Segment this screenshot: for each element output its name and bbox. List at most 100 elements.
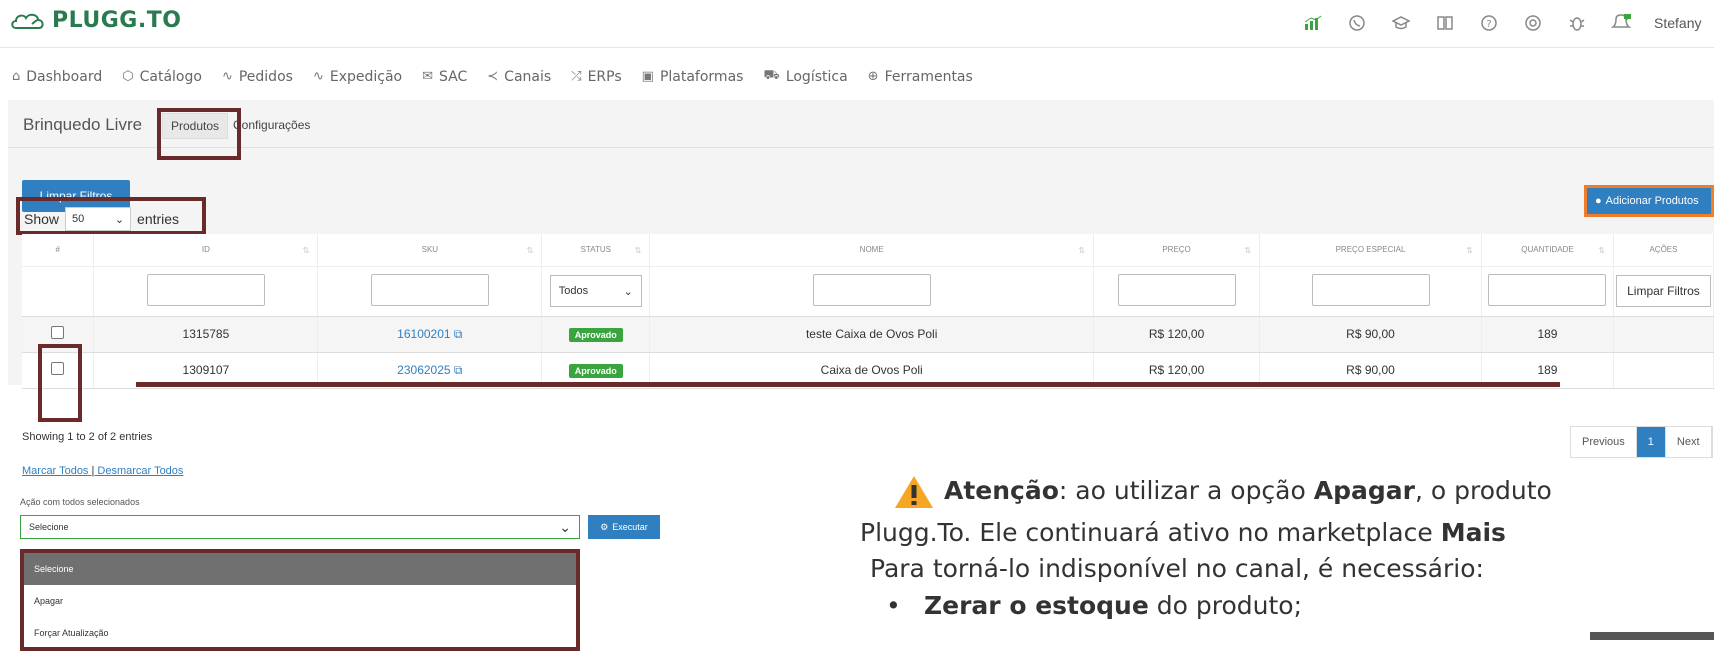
pulse-icon: ∿: [312, 69, 324, 84]
tab-settings[interactable]: Configurações: [233, 118, 310, 132]
dropdown-option[interactable]: Forçar Atualização: [24, 617, 576, 649]
dropdown-option[interactable]: Selecione: [24, 553, 576, 585]
bulk-action-dropdown: Selecione Apagar Forçar Atualização: [20, 549, 580, 651]
table-header-row: # ID ⇅ SKU ⇅ STATUS ⇅ NOME ⇅ PREÇO ⇅ PREÇO ES…: [22, 234, 1714, 266]
clear-filters-table-button[interactable]: Limpar Filtros: [1616, 275, 1711, 307]
mail-icon: ✉: [422, 69, 433, 84]
filter-cell: Todos ⌄: [541, 265, 651, 317]
price-filter-input[interactable]: [1117, 273, 1236, 306]
nav-label: Expedição: [329, 68, 403, 85]
home-icon: ⌂: [12, 69, 21, 84]
help-icon[interactable]: ?: [1478, 12, 1500, 34]
nav-sac[interactable]: ✉ SAC: [422, 68, 467, 85]
nav-canais[interactable]: ≺ Canais: [487, 68, 551, 85]
entries-select[interactable]: 50 ⌄: [65, 207, 132, 231]
show-suffix: entries: [137, 211, 180, 227]
external-link-icon[interactable]: ⧉: [454, 327, 463, 341]
dropdown-option[interactable]: Apagar: [24, 585, 576, 617]
nav-logistica[interactable]: ⛟ Logística: [763, 68, 847, 85]
execute-button[interactable]: ⚙ Executar: [588, 515, 660, 539]
note-text: Para torná-lo indisponível no canal, é n…: [870, 554, 1484, 583]
bulk-action-select[interactable]: Selecione ⌄: [20, 515, 580, 539]
id-filter-input[interactable]: [146, 273, 265, 306]
nav-plataformas[interactable]: ▣ Plataformas: [642, 68, 744, 85]
sort-icon: ⇅: [302, 246, 310, 255]
bug-icon[interactable]: [1566, 12, 1588, 34]
filter-cell: [317, 265, 543, 317]
sort-icon: ⇅: [1078, 246, 1086, 255]
nav-erps[interactable]: ⤮ ERPs: [571, 68, 621, 85]
notification-icon[interactable]: [1610, 12, 1632, 34]
pager-previous[interactable]: Previous: [1571, 427, 1637, 457]
bulk-action-label: Ação com todos selecionados: [20, 497, 140, 507]
quantity-filter-input[interactable]: [1488, 273, 1607, 306]
store-name: Brinquedo Livre: [23, 115, 143, 134]
cloud-logo-icon: [11, 13, 44, 29]
tab-products[interactable]: Produtos: [162, 113, 229, 139]
nav-dashboard[interactable]: ⌂ Dashboard: [12, 68, 102, 85]
warning-note: Atenção: ao utilizar a opção Apagar, o p…: [860, 470, 1714, 628]
pager-next[interactable]: Next: [1665, 427, 1712, 457]
sku-link[interactable]: 16100201: [397, 327, 450, 341]
truck-icon: ⛟: [763, 68, 780, 83]
row-checkbox[interactable]: [51, 326, 65, 339]
col-header-id[interactable]: ID ⇅: [93, 234, 319, 266]
deselect-all-link[interactable]: Desmarcar Todos: [97, 465, 183, 477]
special-price-filter-input[interactable]: [1311, 273, 1430, 306]
filter-cell: [1259, 265, 1482, 317]
note-bold: Apagar: [1313, 476, 1415, 505]
name-filter-input[interactable]: [812, 273, 931, 306]
external-link-icon[interactable]: ⧉: [454, 363, 463, 377]
products-table: # ID ⇅ SKU ⇅ STATUS ⇅ NOME ⇅ PREÇO ⇅ PREÇO ES…: [22, 234, 1714, 389]
cell-actions: [1613, 316, 1714, 353]
row-select-cell: [22, 352, 95, 389]
col-header-sku[interactable]: SKU ⇅: [317, 234, 543, 266]
col-header-special-price[interactable]: PREÇO ESPECIAL ⇅: [1259, 234, 1482, 266]
nav-label: Canais: [504, 68, 552, 85]
support-icon[interactable]: [1522, 12, 1544, 34]
user-name[interactable]: Stefany: [1654, 15, 1714, 31]
select-all-link[interactable]: Marcar Todos: [22, 465, 88, 477]
filter-cell: [1093, 265, 1261, 317]
nav-pedidos[interactable]: ∿ Pedidos: [222, 68, 293, 85]
status-badge: Aprovado: [568, 328, 623, 342]
col-header-name[interactable]: NOME ⇅: [649, 234, 1095, 266]
select-links: Marcar Todos | Desmarcar Todos: [22, 465, 183, 477]
whatsapp-icon[interactable]: [1346, 12, 1368, 34]
pagination: Previous 1 Next: [1570, 426, 1713, 458]
status-filter-select[interactable]: Todos ⌄: [549, 275, 642, 307]
analytics-icon[interactable]: [1302, 12, 1324, 34]
col-header-price[interactable]: PREÇO ⇅: [1093, 234, 1261, 266]
cell-quantity: 189: [1481, 316, 1614, 353]
nav-label: SAC: [439, 68, 468, 85]
add-products-button[interactable]: ● Adicionar Produtos: [1584, 185, 1714, 217]
book-icon[interactable]: [1434, 12, 1456, 34]
nav-ferramentas[interactable]: ⊕ Ferramentas: [868, 68, 973, 85]
sku-filter-input[interactable]: [370, 273, 489, 306]
warning-icon: [894, 475, 934, 509]
col-header-quantity[interactable]: QUANTIDADE ⇅: [1481, 234, 1614, 266]
sort-icon: ⇅: [634, 246, 642, 255]
sku-link[interactable]: 23062025: [397, 363, 450, 377]
entries-value: 50: [72, 213, 85, 225]
filter-cell: [649, 265, 1095, 317]
link-separator: |: [91, 465, 95, 477]
nav-catalogo[interactable]: ⬡ Catálogo: [122, 68, 202, 85]
add-products-label: Adicionar Produtos: [1605, 195, 1699, 207]
svg-text:?: ?: [1486, 19, 1491, 30]
note-bold: Mais: [1440, 518, 1506, 547]
logo[interactable]: PLUGG.TO: [10, 8, 181, 33]
row-checkbox[interactable]: [51, 362, 65, 375]
filter-cell: [1481, 265, 1614, 317]
graduation-icon[interactable]: [1390, 12, 1412, 34]
nav-expedicao[interactable]: ∿ Expedição: [313, 68, 402, 85]
filter-cell: [93, 265, 319, 317]
cell-actions: [1613, 352, 1714, 389]
plus-circle-icon: ●: [1595, 195, 1602, 207]
calendar-icon: ▣: [641, 69, 654, 84]
store-subnav: Brinquedo Livre Produtos Configurações: [8, 100, 1714, 148]
pager-page-1[interactable]: 1: [1636, 427, 1666, 457]
cell-name: teste Caixa de Ovos Poli: [649, 316, 1095, 353]
col-header-status[interactable]: STATUS ⇅: [541, 234, 651, 266]
col-header-actions: AÇÕES: [1613, 234, 1714, 266]
